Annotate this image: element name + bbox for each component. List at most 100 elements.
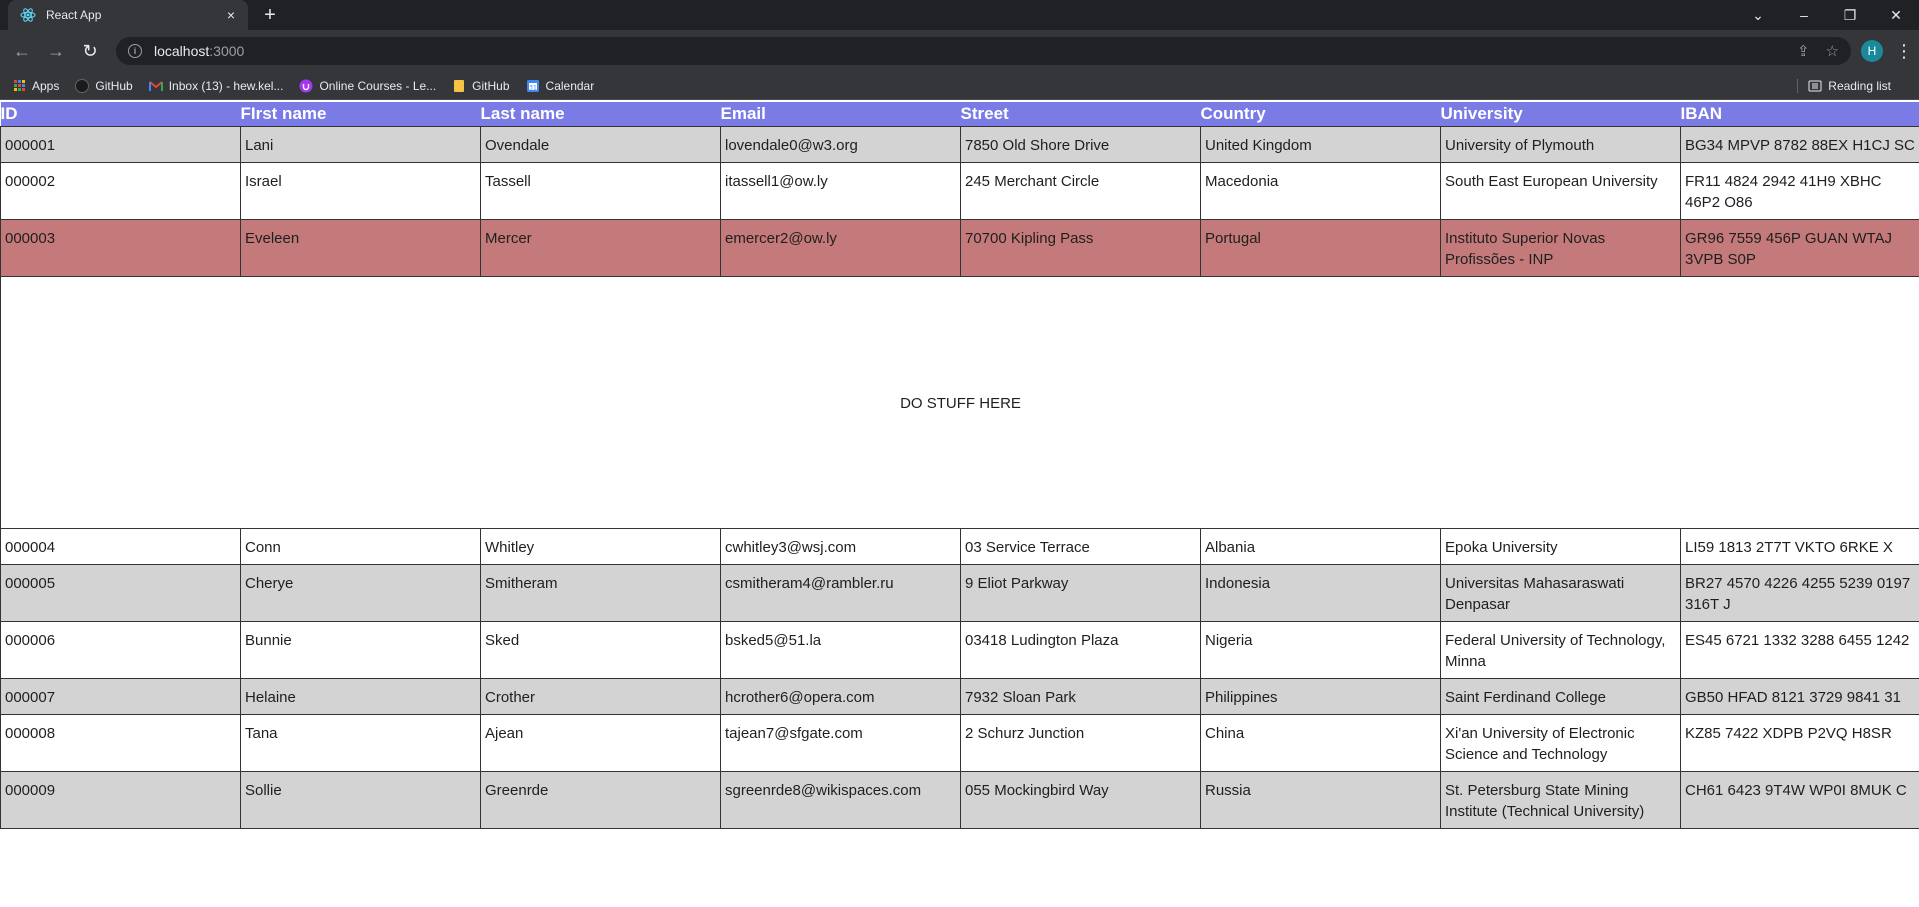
cell-first-name: Eveleen [240,219,481,277]
bookmark-apps[interactable]: Apps [12,79,59,93]
bookmark-label: Inbox (13) - hew.kel... [168,78,284,93]
header-university[interactable]: University [1440,102,1681,127]
new-tab-button[interactable]: + [258,4,282,26]
detail-row: DO STUFF HERE [0,276,1919,529]
table-row[interactable]: 000008 Tana Ajean tajean7@sfgate.com 2 Schur… [0,714,1919,772]
table-row[interactable]: 000001 Lani Ovendale lovendale0@w3.org 7850 … [0,126,1919,163]
cell-email: emercer2@ow.ly [720,219,961,277]
cell-university: Saint Ferdinand College [1440,678,1681,715]
table-row[interactable]: 000006 Bunnie Sked bsked5@51.la 03418 Luding… [0,621,1919,679]
menu-dots-icon[interactable]: ⋮ [1895,41,1913,62]
profile-avatar[interactable]: H [1861,40,1883,62]
cell-university: Epoka University [1440,528,1681,565]
cell-iban: ES45 6721 1332 3288 6455 1242 [1680,621,1919,679]
cell-university: Universitas Mahasaraswati Denpasar [1440,564,1681,622]
close-window-button[interactable]: ✕ [1873,0,1919,30]
reading-list-label: Reading list [1828,78,1891,93]
cell-university: Xi'an University of Electronic Science a… [1440,714,1681,772]
header-email[interactable]: Email [720,102,961,127]
cell-last-name: Mercer [480,219,721,277]
bookmark-online-courses[interactable]: Online Courses - Le... [299,79,436,93]
page-content: ID FIrst name Last name Email Street Cou… [0,102,1919,907]
site-info-icon[interactable]: i [128,44,142,58]
reload-icon[interactable]: ↻ [76,37,104,65]
cell-id: 000005 [0,564,241,622]
back-arrow-icon[interactable]: ← [8,37,36,65]
cell-iban: FR11 4824 2942 41H9 XBHC 46P2 O86 [1680,162,1919,220]
cell-first-name: Cherye [240,564,481,622]
cell-street: 9 Eliot Parkway [960,564,1201,622]
table-row[interactable]: 000007 Helaine Crother hcrother6@opera.com 7… [0,678,1919,715]
table-header-row: ID FIrst name Last name Email Street Cou… [0,102,1919,127]
bookmark-github[interactable]: GitHub [75,78,133,93]
people-table: ID FIrst name Last name Email Street Cou… [0,102,1919,829]
share-icon[interactable]: ⇪ [1797,42,1810,60]
detail-placeholder: DO STUFF HERE [0,276,1919,529]
cell-street: 245 Merchant Circle [960,162,1201,220]
cell-last-name: Sked [480,621,721,679]
reading-list-button[interactable]: Reading list [1797,78,1891,93]
tab-search-icon[interactable]: ⌄ [1735,0,1781,30]
svg-text:31: 31 [529,84,537,91]
header-country[interactable]: Country [1200,102,1441,127]
table-row[interactable]: 000002 Israel Tassell itassell1@ow.ly 245 Me… [0,162,1919,220]
header-first-name[interactable]: FIrst name [240,102,481,127]
cell-id: 000008 [0,714,241,772]
bookmark-label: Online Courses - Le... [319,78,437,93]
minimize-button[interactable]: – [1781,0,1827,30]
bookmark-calendar[interactable]: 31 Calendar [526,79,594,93]
header-id[interactable]: ID [0,102,241,127]
cell-country: Russia [1200,771,1441,829]
table-row[interactable]: 000003 Eveleen Mercer emercer2@ow.ly 70700 K… [0,219,1919,277]
cell-iban: CH61 6423 9T4W WP0I 8MUK C [1680,771,1919,829]
cell-id: 000007 [0,678,241,715]
cell-id: 000001 [0,126,241,163]
table-row[interactable]: 000004 Conn Whitley cwhitley3@wsj.com 03 Ser… [0,528,1919,565]
cell-country: China [1200,714,1441,772]
table-body-bottom: 000004 Conn Whitley cwhitley3@wsj.com 03 Ser… [0,528,1919,829]
restore-button[interactable]: ❐ [1827,0,1873,30]
bookmark-github-folder[interactable]: GitHub [452,79,510,93]
cell-university: Instituto Superior Novas Profissões - IN… [1440,219,1681,277]
header-street[interactable]: Street [960,102,1201,127]
cell-iban: GB50 HFAD 8121 3729 9841 31 [1680,678,1919,715]
browser-toolbar: ← → ↻ i localhost:3000 ⇪ ☆ H ⋮ [0,30,1919,72]
window-controls: ⌄ – ❐ ✕ [1735,0,1919,30]
bookmark-gmail[interactable]: Inbox (13) - hew.kel... [148,78,284,93]
cell-iban: GR96 7559 456P GUAN WTAJ 3VPB S0P [1680,219,1919,277]
cell-street: 70700 Kipling Pass [960,219,1201,277]
cell-country: Indonesia [1200,564,1441,622]
cell-first-name: Bunnie [240,621,481,679]
cell-email: csmitheram4@rambler.ru [720,564,961,622]
cell-street: 7850 Old Shore Drive [960,126,1201,163]
cell-first-name: Lani [240,126,481,163]
udemy-icon [299,79,313,93]
cell-last-name: Crother [480,678,721,715]
cell-id: 000004 [0,528,241,565]
forward-arrow-icon[interactable]: → [42,37,70,65]
table-row[interactable]: 000009 Sollie Greenrde sgreenrde8@wikispace… [0,771,1919,829]
cell-country: Portugal [1200,219,1441,277]
cell-iban: LI59 1813 2T7T VKTO 6RKE X [1680,528,1919,565]
bookmark-star-icon[interactable]: ☆ [1826,42,1839,60]
browser-tab-strip: React App × + ⌄ – ❐ ✕ [0,0,1919,30]
github-icon [75,78,90,93]
cell-id: 000009 [0,771,241,829]
address-bar[interactable]: i localhost:3000 ⇪ ☆ [116,37,1851,65]
cell-last-name: Tassell [480,162,721,220]
cell-street: 03418 Ludington Plaza [960,621,1201,679]
cell-country: Philippines [1200,678,1441,715]
close-tab-icon[interactable]: × [222,6,240,24]
header-last-name[interactable]: Last name [480,102,721,127]
tab-react-app[interactable]: React App × [8,0,248,30]
reading-list-icon [1808,79,1822,93]
cell-iban: KZ85 7422 XDPB P2VQ H8SR [1680,714,1919,772]
cell-country: Albania [1200,528,1441,565]
folder-icon [452,79,466,93]
cell-country: Macedonia [1200,162,1441,220]
cell-last-name: Whitley [480,528,721,565]
table-row[interactable]: 000005 Cherye Smitheram csmitheram4@rambler… [0,564,1919,622]
cell-id: 000003 [0,219,241,277]
cell-email: hcrother6@opera.com [720,678,961,715]
header-iban[interactable]: IBAN [1680,102,1919,127]
